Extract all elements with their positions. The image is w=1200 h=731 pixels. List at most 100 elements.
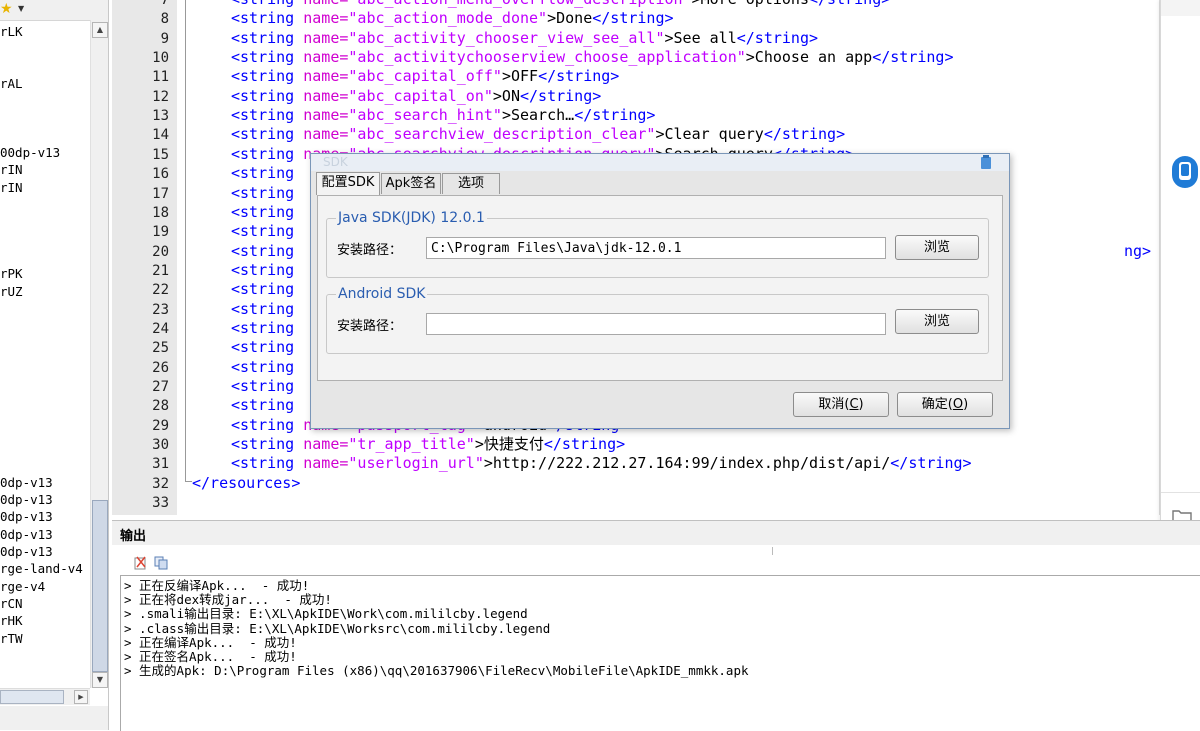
output-line: > .smali输出目录: E:\XL\ApkIDE\Work\com.mili…: [124, 606, 528, 622]
code-close: </string>: [809, 0, 890, 8]
java-browse-button[interactable]: 浏览: [895, 235, 979, 260]
code-line[interactable]: <string: [231, 300, 303, 319]
tree-item[interactable]: 0dp-v13: [0, 492, 53, 508]
tree-item[interactable]: rLK: [0, 24, 23, 40]
code-line[interactable]: <string: [231, 319, 303, 338]
code-line[interactable]: <string name="abc_capital_off">OFF</stri…: [231, 67, 619, 86]
code-line[interactable]: <string name="abc_search_hint">Search…</…: [231, 106, 655, 125]
tree-item[interactable]: rIN: [0, 162, 23, 178]
output-line: > 正在签名Apk... - 成功!: [124, 649, 297, 664]
code-line[interactable]: <string name="abc_activitychooserview_ch…: [231, 48, 953, 67]
line-number: 13: [152, 108, 169, 125]
code-line[interactable]: <string name="abc_action_mode_done">Done…: [231, 9, 674, 28]
tree-item[interactable]: rUZ: [0, 284, 23, 300]
java-sdk-group: Java SDK(JDK) 12.0.1 安装路径： C:\Program Fi…: [326, 210, 989, 278]
tab-panel-config-sdk: Java SDK(JDK) 12.0.1 安装路径： C:\Program Fi…: [317, 195, 1003, 381]
output-line: > .class输出目录: E:\XL\ApkIDE\Worksrc\com.m…: [124, 620, 551, 636]
line-number: 11: [152, 69, 169, 86]
scroll-thumb[interactable]: [92, 500, 108, 672]
android-path-input[interactable]: [426, 313, 886, 335]
code-line[interactable]: <string name="abc_capital_on">ON</string…: [231, 87, 601, 106]
code-line[interactable]: <string: [231, 261, 303, 280]
code-val: "abc_capital_off": [348, 67, 502, 86]
code-open: <string: [231, 299, 304, 318]
code-open: <string: [231, 0, 303, 8]
tree-item[interactable]: rge-v4: [0, 579, 45, 595]
tab-options[interactable]: 选项: [442, 173, 500, 194]
code-line[interactable]: <string: [231, 280, 303, 299]
code-line[interactable]: <string ng>: [231, 242, 1151, 261]
clear-output-icon[interactable]: [134, 556, 146, 570]
tree-item[interactable]: rTW: [0, 631, 23, 647]
output-console[interactable]: > 正在反编译Apk... - 成功! > 正在将dex转成jar... - 成功…: [120, 575, 1200, 731]
scroll-right-arrow-icon[interactable]: ▶: [74, 690, 88, 704]
code-open: <string: [231, 9, 304, 28]
android-browse-button[interactable]: 浏览: [895, 309, 979, 334]
tab-apk-sign[interactable]: Apk签名: [381, 173, 441, 194]
dialog-close-icon[interactable]: [979, 154, 993, 170]
tree-horizontal-scrollbar[interactable]: ▶: [0, 688, 90, 705]
tree-item[interactable]: 0dp-v13: [0, 527, 53, 543]
code-open: <string: [231, 280, 304, 299]
project-tree-panel: ★ ▼ rLK rAL 00dp-v13 rIN rIN rPK rUZ 0dp-v13 0dp…: [0, 0, 109, 730]
copy-output-icon[interactable]: [154, 556, 169, 570]
code-close: </string>: [890, 454, 972, 473]
code-open: <string: [231, 202, 304, 221]
tree-vertical-scrollbar[interactable]: ▲ ▼: [90, 20, 108, 688]
dialog-titlebar[interactable]: SDK: [311, 154, 1009, 171]
code-line[interactable]: <string: [231, 184, 303, 203]
code-val: "abc_activity_chooser_view_see_all": [348, 28, 665, 47]
hscroll-thumb[interactable]: [0, 690, 64, 704]
code-val: "abc_capital_on": [348, 86, 493, 105]
tab-config-sdk[interactable]: 配置SDK: [316, 172, 380, 195]
tree-item[interactable]: rIN: [0, 180, 23, 196]
code-attr: name=: [303, 0, 348, 8]
code-line[interactable]: <string name="tr_app_title">快捷支付</string…: [231, 435, 625, 454]
star-icon[interactable]: ★: [0, 1, 13, 17]
tree-item[interactable]: 0dp-v13: [0, 475, 53, 491]
tree-item[interactable]: rPK: [0, 266, 23, 282]
code-line[interactable]: <string name="userlogin_url">http://222.…: [231, 454, 972, 473]
code-open: <string: [231, 260, 304, 279]
ok-label-end: ): [963, 397, 969, 412]
tree-item[interactable]: rCN: [0, 596, 23, 612]
ok-button[interactable]: 确定(O): [897, 392, 993, 417]
tree-item[interactable]: 00dp-v13: [0, 145, 60, 161]
cancel-button[interactable]: 取消(C): [793, 392, 889, 417]
divider: [1161, 492, 1200, 493]
code-close: </string>: [592, 9, 674, 28]
code-line[interactable]: <string: [231, 358, 303, 377]
tree-item[interactable]: 0dp-v13: [0, 544, 53, 560]
code-val: "tr_app_title": [348, 435, 475, 454]
code-line[interactable]: <string: [231, 164, 303, 183]
code-line[interactable]: <string: [231, 222, 303, 241]
code-open: <string: [231, 415, 304, 434]
tree-item[interactable]: rHK: [0, 613, 23, 629]
android-sdk-group-title: Android SDK: [336, 286, 428, 302]
line-number: 16: [152, 166, 169, 183]
chevron-down-icon[interactable]: ▼: [18, 4, 24, 13]
tree-item[interactable]: 0dp-v13: [0, 509, 53, 525]
code-line[interactable]: <string: [231, 338, 303, 357]
code-text: >http://222.212.27.164:99/index.php/dist…: [483, 454, 891, 473]
code-line[interactable]: </resources>: [192, 474, 300, 493]
scroll-up-arrow-icon[interactable]: ▲: [92, 22, 108, 38]
code-attr: name=: [303, 125, 349, 144]
cancel-accesskey: C: [849, 397, 859, 412]
line-number: 17: [152, 185, 169, 202]
tree-item[interactable]: rAL: [0, 76, 23, 92]
code-line[interactable]: <string name="abc_searchview_description…: [231, 125, 845, 144]
line-number: 21: [152, 262, 169, 279]
code-line[interactable]: <string: [231, 203, 303, 222]
assist-icon[interactable]: [1172, 156, 1198, 188]
tree-item[interactable]: rge-land-v4: [0, 561, 83, 577]
scroll-down-arrow-icon[interactable]: ▼: [92, 672, 108, 688]
code-open: <string: [231, 48, 304, 67]
java-path-input[interactable]: C:\Program Files\Java\jdk-12.0.1: [426, 237, 886, 259]
code-line[interactable]: <string name="abc_activity_chooser_view_…: [231, 29, 818, 48]
code-line[interactable]: <string: [231, 396, 303, 415]
code-line[interactable]: <string: [231, 377, 303, 396]
code-text: >Clear query: [655, 125, 764, 144]
code-line[interactable]: <string name="abc_action_menu_overflow_d…: [231, 0, 890, 9]
code-open: <string: [231, 106, 304, 125]
